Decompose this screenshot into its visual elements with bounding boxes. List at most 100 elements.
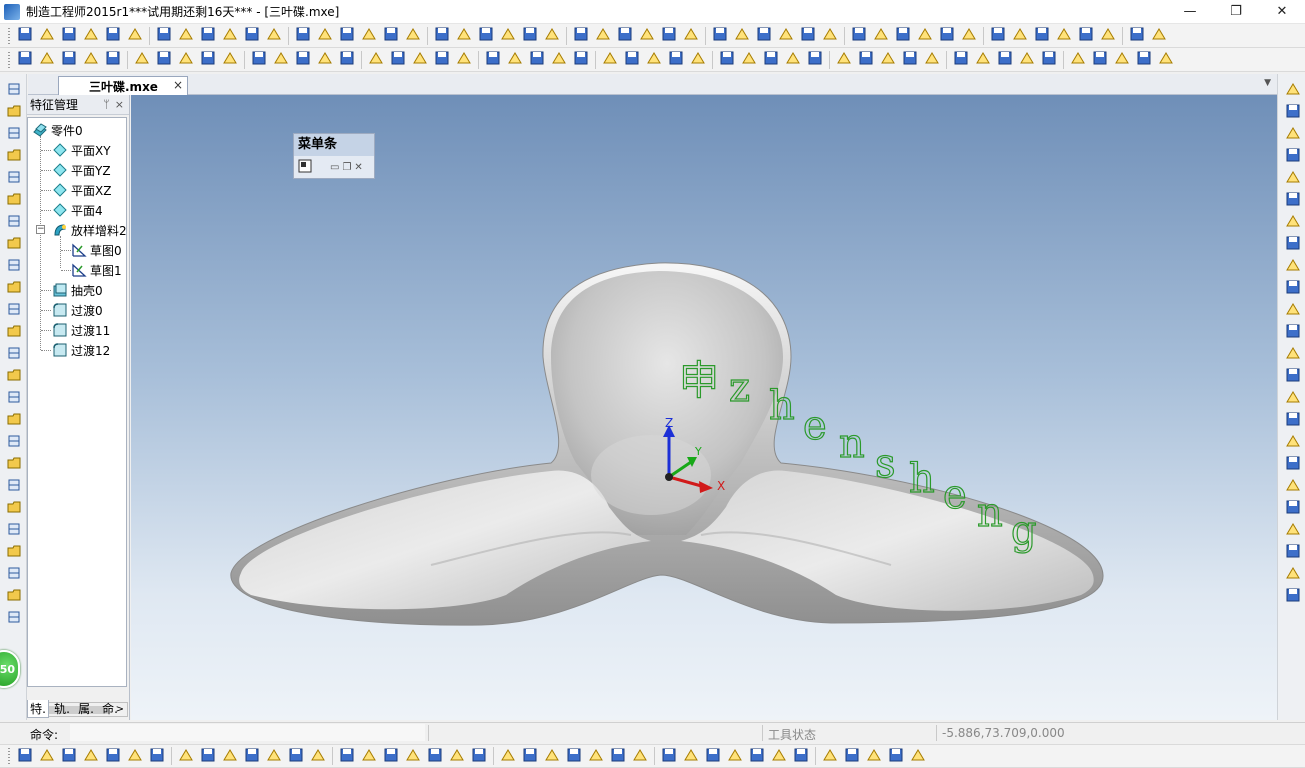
warning-tool-button[interactable] (1283, 432, 1303, 452)
save-tool-button[interactable] (147, 746, 167, 766)
warning-tool-button[interactable] (1283, 476, 1303, 496)
tab-command[interactable]: 命. (99, 700, 121, 718)
warning-tool-button[interactable] (410, 50, 430, 70)
open-folder-tool-button[interactable] (4, 454, 24, 474)
open-folder-tool-button[interactable] (4, 498, 24, 518)
warning-tool-button[interactable] (1283, 388, 1303, 408)
warning-tool-button[interactable] (132, 50, 152, 70)
minimize-button[interactable]: — (1167, 0, 1213, 24)
tree-item-plane-xz[interactable]: 平面XZ (52, 180, 111, 200)
warning-tool-button[interactable] (769, 746, 789, 766)
tab-feature[interactable]: 特. (27, 700, 49, 718)
warning-tool-button[interactable] (176, 50, 196, 70)
warning-tool-button[interactable] (1112, 50, 1132, 70)
warning-tool-button[interactable] (878, 50, 898, 70)
window-tool-button[interactable] (4, 432, 24, 452)
close-icon[interactable]: ✕ (354, 162, 362, 173)
warning-tool-button[interactable] (403, 26, 423, 46)
window-tool-button[interactable] (4, 300, 24, 320)
minimize-icon[interactable]: ▭ (330, 162, 339, 173)
save-tool-button[interactable] (988, 26, 1008, 46)
save-tool-button[interactable] (886, 746, 906, 766)
tree-item-sketch-0[interactable]: 草图0 (71, 240, 122, 260)
save-tool-button[interactable] (1283, 366, 1303, 386)
toolbar-grip[interactable] (7, 747, 11, 765)
save-tool-button[interactable] (995, 50, 1015, 70)
maximize-button[interactable]: ❐ (1213, 0, 1259, 24)
tab-trajectory[interactable]: 轨. (51, 700, 73, 718)
save-tool-button[interactable] (747, 746, 767, 766)
warning-tool-button[interactable] (915, 26, 935, 46)
warning-tool-button[interactable] (1283, 80, 1303, 100)
save-tool-button[interactable] (15, 50, 35, 70)
save-tool-button[interactable] (1283, 498, 1303, 518)
tree-item-sketch-1[interactable]: 草图1 (71, 260, 122, 280)
tab-list-dropdown-icon[interactable]: ▼ (1264, 78, 1271, 88)
warning-tool-button[interactable] (586, 746, 606, 766)
tree-item-plane-yz[interactable]: 平面YZ (52, 160, 111, 180)
window-tool-button[interactable] (4, 388, 24, 408)
tree-item-shell[interactable]: 抽壳0 (52, 280, 103, 300)
save-tool-button[interactable] (1283, 146, 1303, 166)
save-tool-button[interactable] (483, 50, 503, 70)
toolbar-grip[interactable] (7, 26, 11, 45)
warning-tool-button[interactable] (81, 50, 101, 70)
warning-tool-button[interactable] (1156, 50, 1176, 70)
warning-tool-button[interactable] (1068, 50, 1088, 70)
open-folder-tool-button[interactable] (4, 234, 24, 254)
warning-tool-button[interactable] (498, 746, 518, 766)
tree-item-fillet-12[interactable]: 过渡12 (52, 340, 110, 360)
save-tool-button[interactable] (286, 746, 306, 766)
save-tool-button[interactable] (1283, 542, 1303, 562)
save-tool-button[interactable] (937, 26, 957, 46)
warning-tool-button[interactable] (1283, 212, 1303, 232)
tree-item-fillet-11[interactable]: 过渡11 (52, 320, 110, 340)
toolbar-grip[interactable] (7, 50, 11, 69)
save-tool-button[interactable] (198, 26, 218, 46)
panel-close-icon[interactable]: × (115, 98, 124, 111)
warning-tool-button[interactable] (1283, 256, 1303, 276)
open-folder-tool-button[interactable] (4, 586, 24, 606)
warning-tool-button[interactable] (871, 26, 891, 46)
save-tool-button[interactable] (337, 746, 357, 766)
warning-tool-button[interactable] (783, 50, 803, 70)
save-tool-button[interactable] (842, 746, 862, 766)
warning-tool-button[interactable] (908, 746, 928, 766)
close-tab-icon[interactable]: × (173, 78, 183, 92)
save-tool-button[interactable] (1283, 410, 1303, 430)
warning-tool-button[interactable] (1283, 520, 1303, 540)
save-tool-button[interactable] (754, 26, 774, 46)
window-tool-button[interactable] (4, 212, 24, 232)
warning-tool-button[interactable] (308, 746, 328, 766)
save-tool-button[interactable] (659, 746, 679, 766)
window-tool-button[interactable] (4, 168, 24, 188)
save-tool-button[interactable] (1283, 102, 1303, 122)
warning-tool-button[interactable] (315, 26, 335, 46)
command-input[interactable] (70, 724, 425, 741)
save-tool-button[interactable] (103, 26, 123, 46)
warning-tool-button[interactable] (125, 26, 145, 46)
save-tool-button[interactable] (59, 26, 79, 46)
save-tool-button[interactable] (293, 26, 313, 46)
save-tool-button[interactable] (571, 26, 591, 46)
save-tool-button[interactable] (198, 746, 218, 766)
save-tool-button[interactable] (608, 746, 628, 766)
save-tool-button[interactable] (59, 746, 79, 766)
warning-tool-button[interactable] (688, 50, 708, 70)
warning-tool-button[interactable] (447, 746, 467, 766)
warning-tool-button[interactable] (37, 746, 57, 766)
warning-tool-button[interactable] (1098, 26, 1118, 46)
warning-tool-button[interactable] (681, 746, 701, 766)
save-tool-button[interactable] (337, 26, 357, 46)
save-tool-button[interactable] (1039, 50, 1059, 70)
save-tool-button[interactable] (1283, 322, 1303, 342)
save-tool-button[interactable] (154, 26, 174, 46)
warning-tool-button[interactable] (403, 746, 423, 766)
tree-item-fillet-0[interactable]: 过渡0 (52, 300, 103, 320)
menu-icon[interactable] (298, 159, 312, 176)
open-folder-tool-button[interactable] (4, 322, 24, 342)
collapse-toggle-icon[interactable]: − (36, 225, 45, 234)
save-tool-button[interactable] (805, 50, 825, 70)
save-tool-button[interactable] (1090, 50, 1110, 70)
save-tool-button[interactable] (1134, 50, 1154, 70)
